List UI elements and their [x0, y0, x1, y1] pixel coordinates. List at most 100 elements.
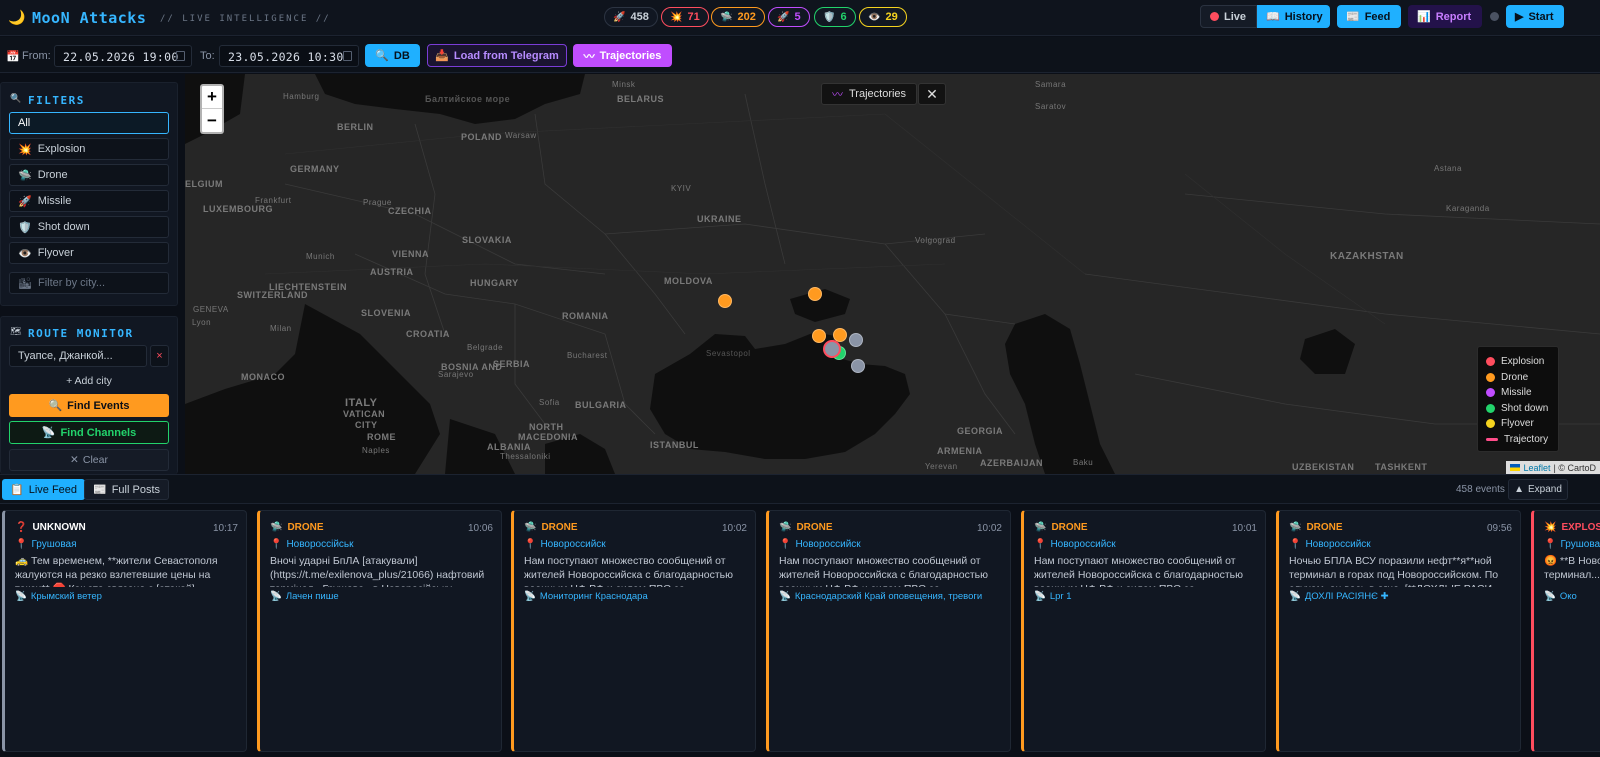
filter-missile[interactable]: 🚀 Missile: [9, 190, 169, 212]
trajectories-chip-label: Trajectories: [849, 88, 907, 100]
card-time: 10:06: [467, 523, 493, 534]
from-date-input[interactable]: 22.05.2026 19:00: [54, 45, 192, 67]
map-label: Bucharest: [567, 351, 608, 360]
report-label: Report: [1435, 10, 1472, 23]
map-icon: 🗺: [10, 326, 22, 336]
app-subtitle: // LIVE INTELLIGENCE //: [160, 14, 331, 24]
drone-marker[interactable]: [718, 294, 732, 308]
filter-explosion-label: Explosion: [37, 143, 86, 155]
calendar-picker-icon[interactable]: [343, 51, 352, 61]
feed-button[interactable]: 📰 Feed: [1337, 5, 1401, 28]
to-date-input[interactable]: 23.05.2026 10:30: [219, 45, 359, 67]
add-city-button[interactable]: + Add city: [9, 371, 169, 391]
map-label: BERLIN: [337, 122, 374, 132]
counter-missile[interactable]: 🚀 5: [768, 7, 810, 27]
zoom-in-button[interactable]: +: [202, 86, 222, 109]
trajectories-button[interactable]: 〰 Trajectories: [573, 44, 672, 67]
counter-drone[interactable]: 🛸 202: [711, 7, 765, 27]
map-label: KYIV: [671, 184, 692, 193]
pin-icon: 📍: [15, 539, 28, 550]
feed-card[interactable]: 🛸 DRONE 10:02 📍 Новороссийск Нам поступают…: [766, 510, 1011, 752]
counter-shotdown[interactable]: 🛡️ 6: [814, 7, 856, 27]
unknown-marker[interactable]: [851, 359, 865, 373]
close-icon: ✕: [70, 454, 79, 466]
missile-icon: 🚀: [18, 195, 32, 208]
map-label: TASHKENT: [1375, 462, 1428, 472]
legend-label: Missile: [1501, 387, 1532, 399]
card-location-label: Грушовая: [31, 539, 77, 550]
calendar-picker-icon[interactable]: [176, 51, 185, 61]
legend-dot: [1486, 357, 1495, 367]
map-label: LUXEMBOURG: [203, 204, 273, 214]
feed-card[interactable]: 🛸 DRONE 10:01 📍 Новороссийск Нам поступают…: [1021, 510, 1266, 752]
explosion-marker[interactable]: [823, 340, 841, 358]
feed-card[interactable]: 🛸 DRONE 09:56 📍 Новороссийск Ночью БПЛА ВС…: [1276, 510, 1521, 752]
clear-button[interactable]: ✕ Clear: [9, 449, 169, 471]
map-label: Volgograd: [915, 236, 956, 245]
feed-card[interactable]: ❓ UNKNOWN 10:17 📍 Грушовая 🚕 Тем временем,…: [2, 510, 247, 752]
map-label: KAZAKHSTAN: [1330, 251, 1404, 262]
book-icon: 📖: [1266, 11, 1280, 23]
from-label: From:: [22, 50, 51, 62]
drone-icon: 🛸: [524, 522, 537, 533]
legend-shotdown: Shot down: [1486, 401, 1550, 417]
card-channel[interactable]: 📡 Крымский ветер: [15, 591, 102, 602]
filter-drone[interactable]: 🛸 Drone: [9, 164, 169, 186]
card-type: 💥 EXPLOSION: [1544, 522, 1600, 533]
card-text: 🚕 Тем временем, **жители Севастополя жал…: [15, 555, 218, 587]
filter-all[interactable]: All: [9, 112, 169, 134]
report-button[interactable]: 📊 Report: [1408, 5, 1482, 28]
load-telegram-button[interactable]: 📥 Load from Telegram: [427, 44, 567, 67]
drone-marker[interactable]: [808, 287, 822, 301]
drone-marker[interactable]: [812, 329, 826, 343]
card-channel[interactable]: 📡 Мониторинг Краснодара: [524, 591, 648, 602]
trajectories-toggle[interactable]: 〰 Trajectories: [821, 83, 918, 105]
card-channel[interactable]: 📡 Око: [1544, 591, 1577, 602]
city-filter-input[interactable]: 🏙 Filter by city...: [9, 272, 169, 294]
tab-full-posts[interactable]: 📰 Full Posts: [84, 479, 169, 500]
card-channel[interactable]: 📡 Lpr 1: [1034, 591, 1072, 602]
history-button[interactable]: 📖 History: [1257, 5, 1330, 28]
feed-card[interactable]: 💥 EXPLOSION 📍Грушовая 😡 **В Новороссийске…: [1531, 510, 1600, 752]
filter-explosion[interactable]: 💥 Explosion: [9, 138, 169, 160]
card-channel[interactable]: 📡 Лачен пише: [270, 591, 339, 602]
filter-shotdown[interactable]: 🛡️ Shot down: [9, 216, 169, 238]
card-location: 📍 Новороссийск: [524, 539, 606, 550]
counter-explosion[interactable]: 💥 71: [661, 7, 709, 27]
filter-flyover-label: Flyover: [37, 247, 74, 259]
counter-total-value: 458: [630, 11, 649, 23]
counter-total[interactable]: 🚀 458: [604, 7, 658, 27]
zoom-out-button[interactable]: −: [202, 109, 222, 132]
map-label: VATICAN: [343, 409, 386, 419]
pin-icon: 📍: [779, 539, 792, 550]
feed-card[interactable]: 🛸 DRONE 10:02 📍 Новороссийск Нам поступают…: [511, 510, 756, 752]
close-trajectories-button[interactable]: ✕: [918, 83, 946, 105]
leaflet-link[interactable]: Leaflet: [1523, 463, 1550, 473]
unknown-icon: ❓: [15, 522, 28, 533]
map-label: ELGIUM: [185, 179, 223, 189]
counter-flyover[interactable]: 👁️ 29: [859, 7, 907, 27]
satellite-icon: 📡: [524, 591, 536, 602]
feed-card[interactable]: 🛸 DRONE 10:06 📍 Новороссійськ Вночі ударні…: [257, 510, 502, 752]
date-bar: 📅 From: 22.05.2026 19:00 To: 23.05.2026 …: [0, 37, 1600, 73]
card-location-label: Новороссийск: [795, 539, 861, 550]
find-channels-button[interactable]: 📡 Find Channels: [9, 421, 169, 444]
route-city-input[interactable]: Туапсе, Джанкой...: [9, 345, 147, 367]
legend-label: Flyover: [1501, 418, 1534, 430]
card-channel[interactable]: 📡 ДОХЛІ РАСІЯНЄ ✚: [1289, 591, 1389, 602]
live-button[interactable]: Live: [1200, 5, 1257, 28]
card-time: 09:56: [1486, 523, 1512, 534]
filter-flyover[interactable]: 👁️ Flyover: [9, 242, 169, 264]
remove-city-button[interactable]: ×: [150, 345, 169, 367]
start-button[interactable]: ▶ Start: [1506, 5, 1564, 28]
clear-label: Clear: [82, 454, 108, 466]
db-button[interactable]: 🔍 DB: [365, 44, 420, 67]
map[interactable]: Hamburg Балтийское море Minsk BELARUS BE…: [185, 74, 1600, 474]
tab-live-feed[interactable]: 📋 Live Feed: [2, 479, 86, 500]
map-label: ROMANIA: [562, 311, 609, 321]
unknown-marker[interactable]: [849, 333, 863, 347]
card-location-label: Новороссийск: [1050, 539, 1116, 550]
expand-button[interactable]: ▲ Expand: [1508, 479, 1568, 500]
find-events-button[interactable]: 🔍 Find Events: [9, 394, 169, 417]
card-channel[interactable]: 📡 Краснодарский Край оповещения, тревоги: [779, 591, 982, 602]
